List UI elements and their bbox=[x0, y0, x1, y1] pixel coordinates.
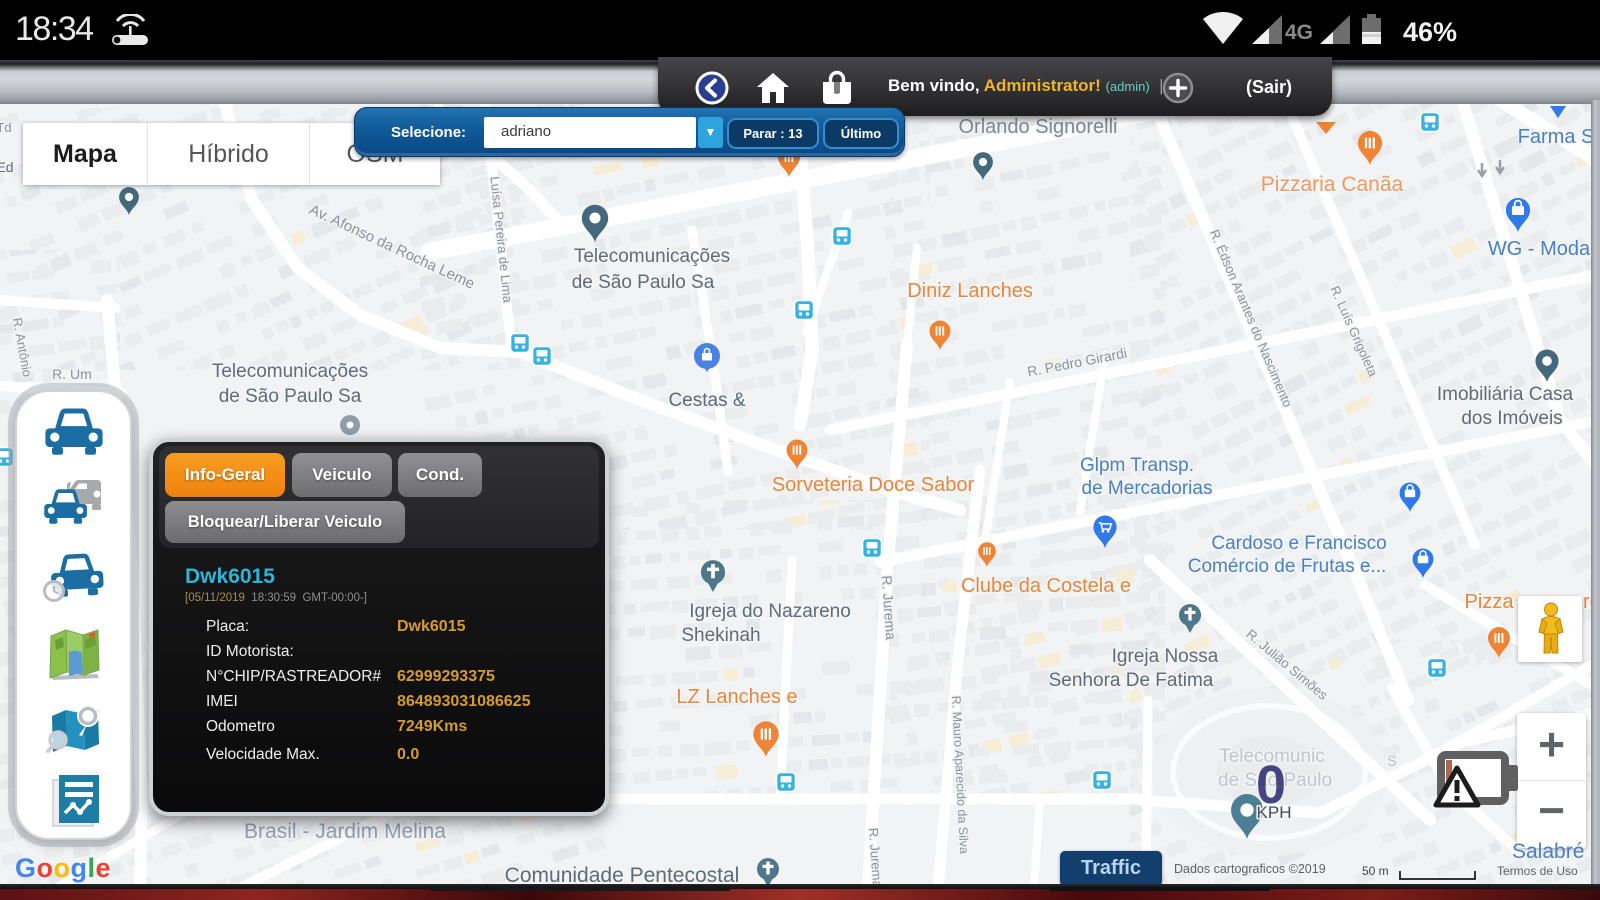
svg-text:Diniz Lanches: Diniz Lanches bbox=[907, 280, 1033, 302]
svg-text:de Mercadorias: de Mercadorias bbox=[1082, 478, 1213, 499]
svg-text:LZ Lanches e: LZ Lanches e bbox=[676, 686, 797, 708]
svg-text:Senhora De Fatima: Senhora De Fatima bbox=[1049, 670, 1214, 691]
svg-text:dos Imóveis: dos Imóveis bbox=[1461, 408, 1562, 429]
svg-text:Telecomunicações: Telecomunicações bbox=[212, 361, 368, 382]
svg-text:Igreja Nossa: Igreja Nossa bbox=[1112, 646, 1219, 667]
svg-text:Pizza: Pizza bbox=[1465, 591, 1515, 613]
svg-text:Imobiliária Casa: Imobiliária Casa bbox=[1437, 384, 1574, 405]
svg-text:Orlando Signorelli: Orlando Signorelli bbox=[959, 116, 1118, 138]
svg-text:Clube da Costela e: Clube da Costela e bbox=[961, 575, 1131, 597]
svg-text:4G: 4G bbox=[1285, 21, 1313, 44]
svg-text:s: s bbox=[1387, 750, 1397, 771]
svg-text:de São Paulo Sa: de São Paulo Sa bbox=[572, 272, 715, 293]
svg-text:Td: Td bbox=[0, 120, 12, 135]
svg-text:46%: 46% bbox=[1403, 17, 1457, 47]
svg-text:Sorveteria Doce Sabor: Sorveteria Doce Sabor bbox=[772, 474, 975, 496]
svg-text:Brasil - Jardim Melina: Brasil - Jardim Melina bbox=[244, 820, 446, 843]
svg-text:Comércio de Frutas e...: Comércio de Frutas e... bbox=[1188, 556, 1387, 577]
svg-text:Pizzaria Canãa: Pizzaria Canãa bbox=[1261, 173, 1404, 196]
svg-text:Shekinah: Shekinah bbox=[681, 625, 760, 646]
svg-text:WG - Modas: WG - Modas bbox=[1488, 238, 1600, 260]
svg-text:Cestas &: Cestas & bbox=[668, 390, 745, 411]
svg-text:Ed: Ed bbox=[0, 159, 14, 175]
svg-text:Igreja do Nazareno: Igreja do Nazareno bbox=[689, 601, 851, 622]
svg-text:de São Paulo Sa: de São Paulo Sa bbox=[219, 386, 362, 407]
svg-text:Glpm Transp.: Glpm Transp. bbox=[1080, 455, 1194, 476]
svg-text:R. Um: R. Um bbox=[52, 366, 92, 382]
svg-text:Cardoso e Francisco: Cardoso e Francisco bbox=[1211, 533, 1386, 554]
svg-text:Telecomunicações: Telecomunicações bbox=[574, 246, 730, 267]
svg-text:Farma S: Farma S bbox=[1518, 126, 1595, 148]
svg-text:KPH: KPH bbox=[1257, 803, 1292, 822]
